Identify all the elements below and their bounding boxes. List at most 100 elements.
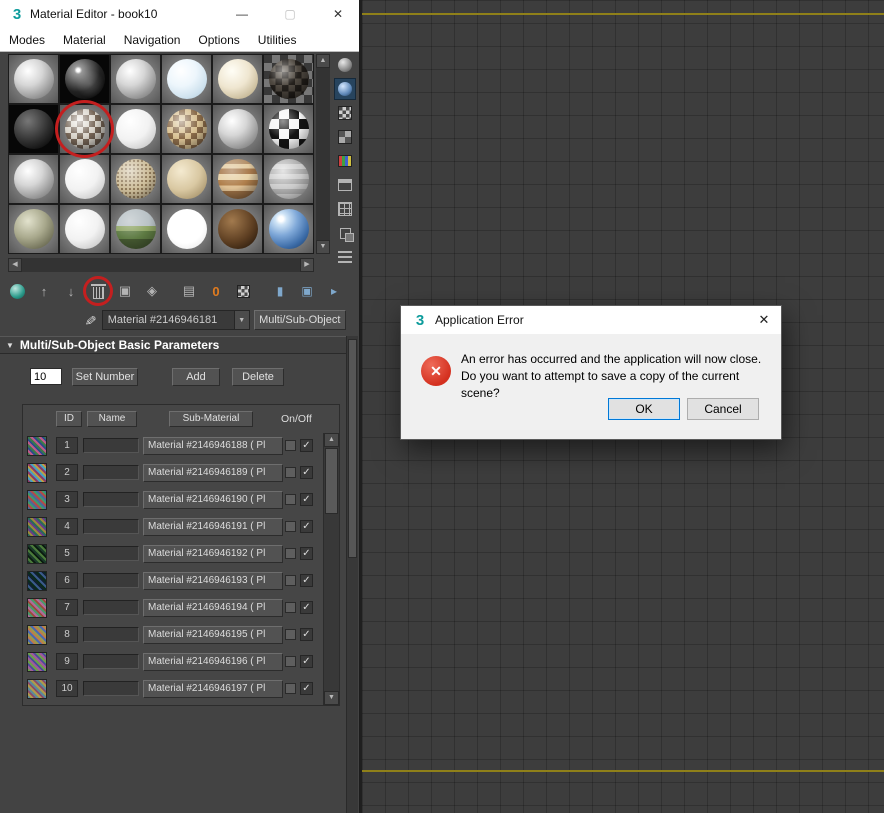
material-count-input[interactable] <box>30 368 62 385</box>
scroll-up-icon[interactable]: ▲ <box>324 433 339 447</box>
material-sample-slot[interactable] <box>59 154 110 204</box>
row-name-input[interactable] <box>83 681 139 696</box>
background-icon[interactable] <box>334 102 356 124</box>
chevron-down-icon[interactable]: ▼ <box>234 311 249 329</box>
onoff-checkbox[interactable]: ✓ <box>300 574 313 587</box>
submaterial-swatch[interactable] <box>285 575 296 586</box>
table-scrollbar[interactable]: ▲ ▼ <box>323 433 339 705</box>
onoff-checkbox[interactable]: ✓ <box>300 682 313 695</box>
sort-by-id-button[interactable]: ID <box>56 411 82 427</box>
material-sample-slot[interactable] <box>59 54 110 104</box>
scroll-left-icon[interactable]: ◀ <box>8 258 22 272</box>
row-name-input[interactable] <box>83 438 139 453</box>
sort-by-name-button[interactable]: Name <box>87 411 137 427</box>
get-material-icon[interactable] <box>6 280 28 302</box>
material-sample-slot[interactable] <box>59 204 110 254</box>
material-sample-slot[interactable] <box>110 104 161 154</box>
scroll-up-icon[interactable]: ▲ <box>316 54 330 68</box>
onoff-checkbox[interactable]: ✓ <box>300 547 313 560</box>
cancel-button[interactable]: Cancel <box>687 398 759 420</box>
add-button[interactable]: Add <box>172 368 220 386</box>
onoff-checkbox[interactable]: ✓ <box>300 655 313 668</box>
material-type-button[interactable]: Multi/Sub-Object <box>254 310 346 330</box>
submaterial-button[interactable]: Material #2146946190 ( Pl <box>143 491 283 509</box>
row-name-input[interactable] <box>83 627 139 642</box>
ok-button[interactable]: OK <box>608 398 680 420</box>
submaterial-swatch[interactable] <box>285 656 296 667</box>
material-sample-slot[interactable] <box>212 204 263 254</box>
make-material-copy-icon[interactable]: ▣ <box>114 280 136 302</box>
sort-by-submaterial-button[interactable]: Sub-Material <box>169 411 253 427</box>
scroll-down-icon[interactable]: ▼ <box>316 240 330 254</box>
make-unique-icon[interactable]: ◈ <box>141 280 163 302</box>
material-sample-slot[interactable] <box>8 104 59 154</box>
scroll-right-icon[interactable]: ▶ <box>300 258 314 272</box>
submaterial-button[interactable]: Material #2146946189 ( Pl <box>143 464 283 482</box>
material-sample-slot[interactable] <box>263 54 314 104</box>
onoff-checkbox[interactable]: ✓ <box>300 520 313 533</box>
row-name-input[interactable] <box>83 573 139 588</box>
material-sample-slot[interactable] <box>263 204 314 254</box>
row-name-input[interactable] <box>83 546 139 561</box>
backlight-icon[interactable] <box>334 78 356 100</box>
material-sample-slot[interactable] <box>110 54 161 104</box>
onoff-checkbox[interactable]: ✓ <box>300 439 313 452</box>
submaterial-button[interactable]: Material #2146946195 ( Pl <box>143 626 283 644</box>
menu-material[interactable]: Material <box>63 33 106 47</box>
submaterial-button[interactable]: Material #2146946193 ( Pl <box>143 572 283 590</box>
material-sample-slot[interactable] <box>212 154 263 204</box>
submaterial-button[interactable]: Material #2146946196 ( Pl <box>143 653 283 671</box>
onoff-checkbox[interactable]: ✓ <box>300 601 313 614</box>
submaterial-swatch[interactable] <box>285 521 296 532</box>
panel-scrollbar-thumb[interactable] <box>348 339 357 558</box>
onoff-checkbox[interactable]: ✓ <box>300 628 313 641</box>
material-sample-slot[interactable] <box>161 204 212 254</box>
row-name-input[interactable] <box>83 654 139 669</box>
submaterial-swatch[interactable] <box>285 494 296 505</box>
row-name-input[interactable] <box>83 465 139 480</box>
pipeline-icon[interactable] <box>334 246 356 268</box>
submaterial-swatch[interactable] <box>285 440 296 451</box>
submaterial-button[interactable]: Material #2146946197 ( Pl <box>143 680 283 698</box>
material-sample-slot[interactable] <box>8 54 59 104</box>
submaterial-button[interactable]: Material #2146946194 ( Pl <box>143 599 283 617</box>
select-by-material-icon[interactable] <box>334 198 356 220</box>
put-material-to-scene-icon[interactable]: ↑ <box>33 280 55 302</box>
row-name-input[interactable] <box>83 492 139 507</box>
material-sample-slot[interactable] <box>110 204 161 254</box>
panel-scrollbar[interactable] <box>346 336 358 813</box>
go-forward-to-sibling-icon[interactable]: ▸ <box>323 280 345 302</box>
menu-navigation[interactable]: Navigation <box>124 33 181 47</box>
onoff-checkbox[interactable]: ✓ <box>300 493 313 506</box>
material-editor-titlebar[interactable]: 3 Material Editor - book10 — ▢ ✕ <box>0 0 359 28</box>
material-sample-slot[interactable] <box>161 104 212 154</box>
submaterial-swatch[interactable] <box>285 548 296 559</box>
submaterial-swatch[interactable] <box>285 602 296 613</box>
material-map-navigator-icon[interactable] <box>334 222 356 244</box>
material-sample-slot[interactable] <box>161 54 212 104</box>
material-sample-slot[interactable] <box>212 54 263 104</box>
rollout-collapse-icon[interactable]: ▼ <box>6 341 14 350</box>
material-sample-slot[interactable] <box>212 104 263 154</box>
minimize-button[interactable]: — <box>235 7 249 21</box>
pick-material-eyedropper-icon[interactable]: ✎ <box>81 313 99 326</box>
sample-type-sphere-icon[interactable] <box>334 54 356 76</box>
options-icon[interactable] <box>334 174 356 196</box>
submaterial-button[interactable]: Material #2146946192 ( Pl <box>143 545 283 563</box>
close-button[interactable]: ✕ <box>331 7 345 21</box>
put-to-library-icon[interactable]: ▤ <box>178 280 200 302</box>
maximize-button[interactable]: ▢ <box>283 7 297 21</box>
set-number-button[interactable]: Set Number <box>72 368 138 386</box>
material-sample-slot[interactable] <box>8 154 59 204</box>
sample-tiling-icon[interactable] <box>334 126 356 148</box>
submaterial-swatch[interactable] <box>285 629 296 640</box>
menu-modes[interactable]: Modes <box>9 33 45 47</box>
row-name-input[interactable] <box>83 600 139 615</box>
video-color-check-icon[interactable] <box>334 150 356 172</box>
material-sample-slot[interactable] <box>8 204 59 254</box>
submaterial-swatch[interactable] <box>285 467 296 478</box>
sample-horizontal-scrollbar[interactable]: ◀ ▶ <box>8 258 314 272</box>
dialog-titlebar[interactable]: 3 Application Error ✕ <box>401 306 781 334</box>
submaterial-swatch[interactable] <box>285 683 296 694</box>
material-name-dropdown[interactable]: Material #2146946181 ▼ <box>102 310 250 330</box>
